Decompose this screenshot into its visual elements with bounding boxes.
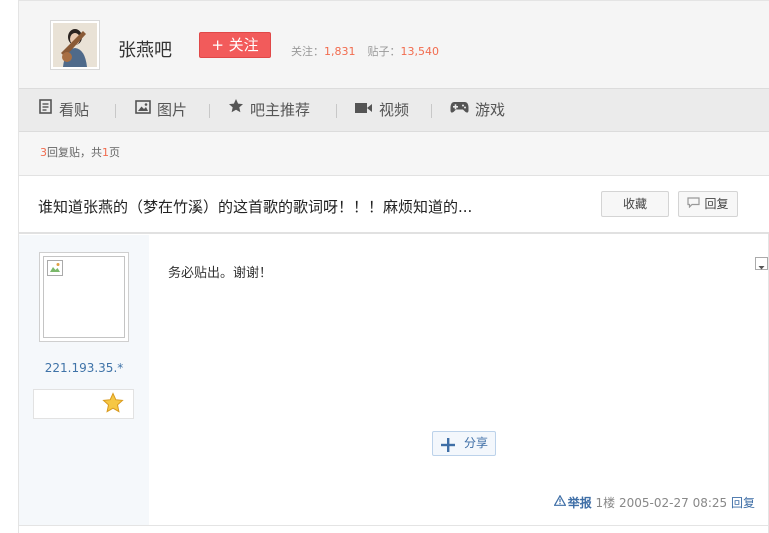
post-timestamp: 2005-02-27 08:25 <box>619 496 728 510</box>
author-avatar[interactable] <box>39 252 129 342</box>
tab-video[interactable]: 视频 <box>355 89 409 131</box>
author-level-badge <box>33 389 134 419</box>
tab-images[interactable]: 图片 <box>135 89 187 131</box>
thread-title-bar: 谁知道张燕的（梦在竹溪）的这首歌的歌词呀！！！麻烦知道的... 收藏 回复 <box>19 176 769 234</box>
tab-label: 游戏 <box>475 101 506 119</box>
video-icon <box>355 88 373 130</box>
star-icon <box>102 392 124 418</box>
page-count: 1 <box>102 146 109 159</box>
collect-button[interactable]: 收藏 <box>601 191 669 217</box>
tab-label: 视频 <box>379 101 410 119</box>
followers-label: 关注： <box>291 45 324 58</box>
tab-divider <box>431 104 432 118</box>
report-link[interactable]: 举报 <box>553 494 592 510</box>
followers-count: 1,831 <box>324 45 356 58</box>
comment-icon <box>687 192 701 216</box>
forum-stats: 关注：1,831 贴子：13,540 <box>291 43 439 59</box>
warning-icon <box>553 494 567 509</box>
reply-count-text: 回复贴，共 <box>47 146 102 159</box>
forum-name[interactable]: 张燕吧 <box>118 36 172 62</box>
page-frame: 张燕吧 + 关注 关注：1,831 贴子：13,540 看贴 图片 吧主推荐 视… <box>18 0 769 533</box>
post-divider <box>19 525 769 526</box>
post-content: 务必贴出。谢谢！ 分享 举报 1楼 2005-02-27 08:25 回复 <box>149 235 769 525</box>
document-icon <box>38 88 53 130</box>
posts-count: 13,540 <box>400 45 440 58</box>
follow-button[interactable]: + 关注 <box>199 32 271 58</box>
image-icon <box>135 88 151 130</box>
tab-label: 看贴 <box>59 101 90 119</box>
posts-label: 贴子： <box>367 45 401 58</box>
post-reply-link[interactable]: 回复 <box>731 496 755 510</box>
post-text: 务必贴出。谢谢！ <box>168 266 273 281</box>
tab-label: 图片 <box>157 101 188 119</box>
reply-count-bar: 3回复贴，共1页 <box>19 132 769 176</box>
forum-avatar[interactable] <box>50 20 100 70</box>
report-label: 举报 <box>567 496 592 510</box>
tab-divider <box>336 104 337 118</box>
thread-title: 谁知道张燕的（梦在竹溪）的这首歌的歌词呀！！！麻烦知道的... <box>38 198 473 216</box>
reply-count: 3 <box>40 146 47 159</box>
nav-tabs: 看贴 图片 吧主推荐 视频 游戏 <box>19 88 769 132</box>
share-button[interactable]: 分享 <box>432 431 496 456</box>
page-count-text: 页 <box>109 146 120 159</box>
tab-label: 吧主推荐 <box>250 101 311 119</box>
tab-divider <box>209 104 210 118</box>
post-menu-dropdown[interactable] <box>755 257 768 270</box>
share-label: 分享 <box>464 436 489 450</box>
tab-view-posts[interactable]: 看贴 <box>38 89 89 131</box>
reply-button-label: 回复 <box>704 197 729 211</box>
post-meta: 举报 1楼 2005-02-27 08:25 回复 <box>553 494 755 511</box>
tab-recommended[interactable]: 吧主推荐 <box>228 89 310 131</box>
plus-icon <box>441 437 455 460</box>
chevron-down-icon <box>758 266 765 270</box>
tab-divider <box>115 104 116 118</box>
forum-header: 张燕吧 + 关注 关注：1,831 贴子：13,540 <box>19 0 769 88</box>
floor-number: 1楼 <box>595 496 616 510</box>
reply-button[interactable]: 回复 <box>678 191 738 217</box>
star-icon <box>228 88 244 130</box>
author-username[interactable]: 221.193.35.* <box>19 361 149 375</box>
author-sidebar: 221.193.35.* <box>19 235 149 525</box>
broken-image-icon <box>47 260 63 280</box>
tab-games[interactable]: 游戏 <box>450 89 505 131</box>
gamepad-icon <box>450 88 469 130</box>
